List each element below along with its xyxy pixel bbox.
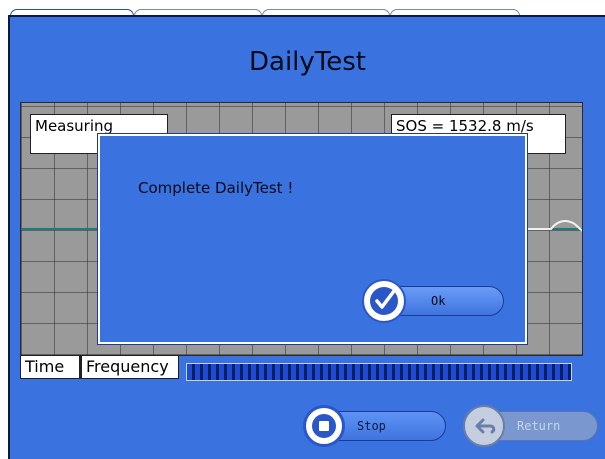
top-tab-strip: [0, 0, 605, 22]
stop-button[interactable]: Stop: [303, 405, 446, 447]
tab-time[interactable]: Time: [20, 355, 81, 379]
ok-button[interactable]: Ok: [362, 279, 504, 323]
tab-frequency[interactable]: Frequency: [81, 355, 179, 379]
check-icon: [362, 279, 406, 323]
complete-dialog: Complete DailyTest ! Ok: [98, 134, 527, 344]
page-title: DailyTest: [249, 47, 366, 77]
return-icon: [463, 405, 505, 447]
progress-bar: [186, 363, 572, 381]
return-button[interactable]: Return: [463, 405, 598, 447]
stop-icon: [303, 405, 345, 447]
stop-label: Stop: [357, 419, 386, 433]
dialog-message: Complete DailyTest !: [138, 179, 294, 197]
return-label: Return: [517, 419, 561, 433]
ok-label: Ok: [431, 294, 446, 308]
waveform-pulse: [521, 220, 582, 232]
